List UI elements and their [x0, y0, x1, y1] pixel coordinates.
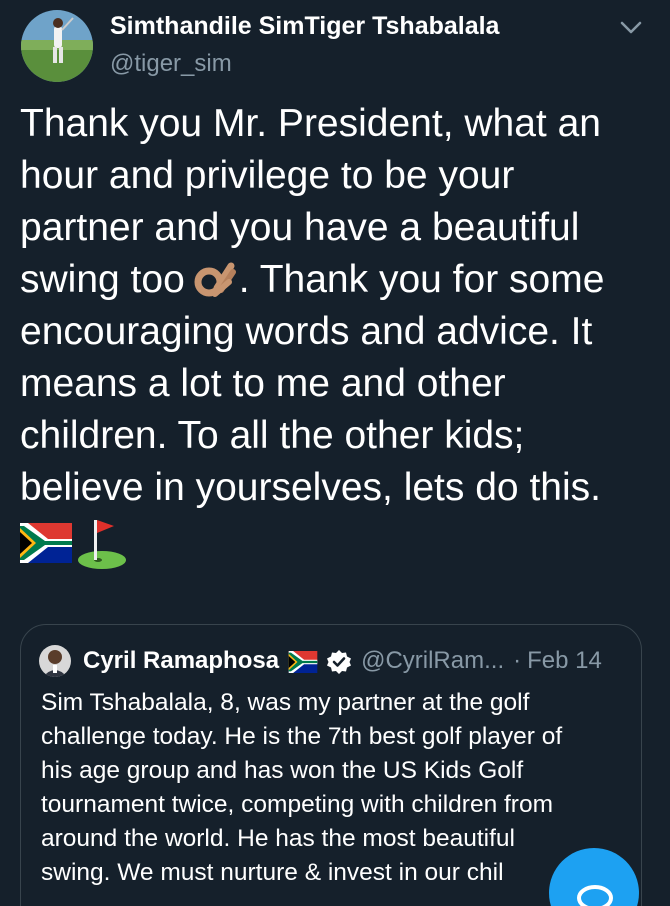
emoji-row	[20, 516, 128, 570]
quoted-tweet-line: tournament twice, competing with childre…	[41, 791, 553, 818]
author-avatar[interactable]	[21, 10, 93, 82]
tweet-line: hour and privilege to be your	[20, 154, 515, 197]
verified-badge-icon	[326, 647, 352, 675]
quoted-tweet-line: his age group and has won the US Kids Go…	[41, 757, 524, 784]
quoted-tweet-line: Sim Tshabalala, 8, was my partner at the…	[41, 689, 530, 716]
author-handle[interactable]: @tiger_sim	[110, 50, 232, 78]
separator-dot: ·	[513, 647, 522, 674]
quoted-tweet-line: challenge today. He is the 7th best golf…	[41, 723, 563, 750]
compose-icon	[577, 885, 613, 906]
tweet-line: partner and you have a beautiful	[20, 206, 580, 249]
tweet-line: encouraging words and advice. It	[20, 310, 593, 353]
south-africa-flag-emoji	[288, 647, 318, 675]
quoted-tweet-line: swing. We must nurture & invest in our c…	[41, 859, 504, 886]
quoted-tweet-date: Feb 14	[527, 647, 602, 674]
quoted-tweet-header: Cyril Ramaphosa @CyrilRam... · Feb 14	[83, 645, 602, 677]
quoted-tweet-card[interactable]: Cyril Ramaphosa @CyrilRam... · Feb 14 Si…	[20, 624, 642, 906]
quoted-author-handle: @CyrilRam...	[361, 647, 505, 674]
ok-hand-emoji	[193, 258, 237, 298]
tweet-line-with-emoji: swing too . Thank you for some	[20, 254, 655, 306]
golf-flag-emoji	[76, 516, 128, 569]
chevron-down-icon[interactable]	[618, 14, 644, 40]
tweet-line: . Thank you for some	[238, 258, 605, 301]
tweet-line: swing too	[20, 258, 185, 301]
quoted-author-name: Cyril Ramaphosa	[83, 647, 280, 674]
tweet-text: Thank you Mr. President, what an hour an…	[20, 98, 655, 514]
tweet-line: believe in yourselves, lets do this.	[20, 466, 601, 509]
quoted-author-avatar	[39, 645, 71, 677]
quoted-tweet-text: Sim Tshabalala, 8, was my partner at the…	[41, 686, 636, 890]
tweet-line: Thank you Mr. President, what an	[20, 102, 601, 145]
south-africa-flag-emoji	[20, 516, 76, 563]
tweet-line: children. To all the other kids;	[20, 414, 525, 457]
author-name[interactable]: Simthandile SimTiger Tshabalala	[110, 12, 499, 41]
quoted-tweet-line: around the world. He has the most beauti…	[41, 825, 515, 852]
tweet-line: means a lot to me and other	[20, 362, 506, 405]
